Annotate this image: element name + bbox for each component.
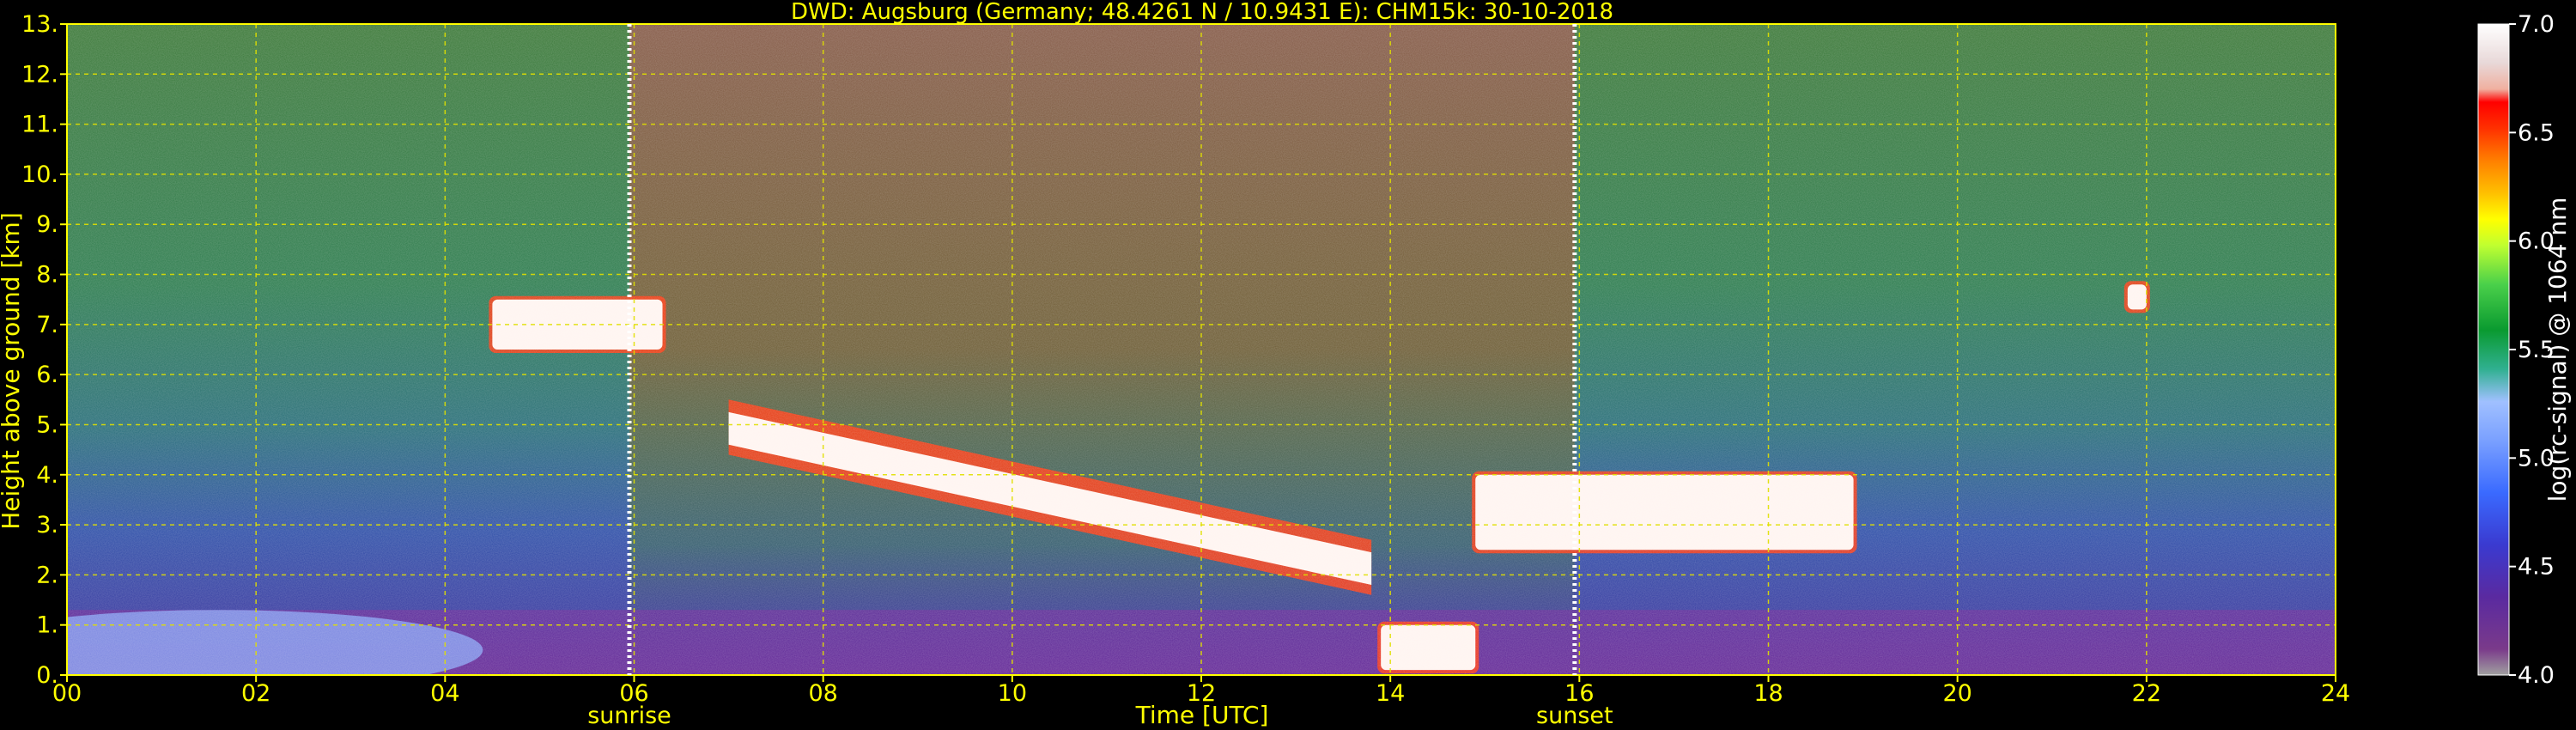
ceilometer-chart: 00 02 04 06 08 10 12 14 16 18 20 22 24 0.1.2.3.4.5.6…: [0, 0, 2572, 729]
colorbar-tick-label: 4.0: [2518, 662, 2555, 689]
x-tick-label: 22: [2132, 680, 2161, 707]
y-tick-label: 4.: [36, 462, 58, 489]
chart-title: DWD: Augsburg (Germany; 48.4261 N / 10.9…: [791, 0, 1613, 25]
x-tick-label: 10: [998, 680, 1027, 707]
y-tick-label: 2.: [36, 562, 58, 588]
y-tick-label: 12.: [21, 61, 58, 88]
y-tick-label: 10.: [21, 161, 58, 188]
x-tick-label: 18: [1753, 680, 1783, 707]
sunset-label: sunset: [1536, 703, 1613, 729]
y-tick-labels: 0. 1. 2. 3. 4. 5. 6. 7. 8. 9. 10. 11. 12. 13.: [21, 11, 67, 689]
y-tick-label: 1.: [36, 612, 58, 639]
y-tick-label: 0.: [36, 662, 58, 689]
colorbar-gradient: [2477, 23, 2510, 676]
y-tick-label: 6.: [36, 362, 58, 388]
colorbar-tick-label: 4.5: [2518, 554, 2555, 581]
y-tick-label: 7.: [36, 312, 58, 338]
y-tick-label: 8.: [36, 262, 58, 289]
y-tick-label: 11.: [21, 112, 58, 138]
y-tick-label: 3.: [36, 512, 58, 538]
x-tick-label: 04: [430, 680, 459, 707]
x-tick-label: 20: [1942, 680, 1971, 707]
x-tick-label: 24: [2321, 680, 2350, 707]
sunrise-label: sunrise: [587, 703, 671, 729]
y-tick-label: 13.: [21, 11, 58, 38]
x-tick-label: 02: [241, 680, 270, 707]
x-axis-label: Time [UTC]: [1135, 701, 1269, 729]
y-axis-label: Height above ground [km]: [0, 212, 25, 530]
y-tick-label: 5.: [36, 411, 58, 438]
colorbar-label: log(rc-signal) @ 1064 nm: [2543, 198, 2572, 502]
y-tick-label: 9.: [36, 211, 58, 238]
colorbar-tick-label: 6.5: [2518, 119, 2555, 146]
colorbar: 4.04.55.05.56.06.57.0 log(rc-signal) @ 1…: [2477, 11, 2572, 689]
x-tick-label: 08: [808, 680, 837, 707]
colorbar-tick-label: 7.0: [2518, 11, 2555, 38]
x-tick-label: 14: [1376, 680, 1405, 707]
